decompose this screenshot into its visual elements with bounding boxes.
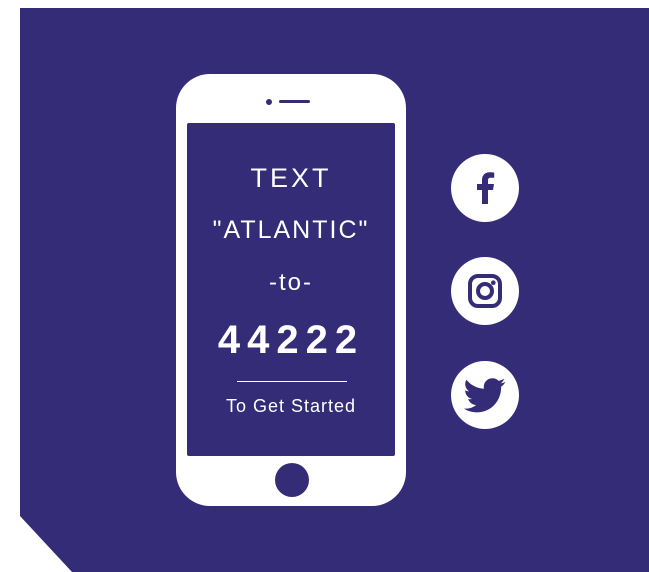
text-instruction: TEXT	[250, 163, 332, 193]
facebook-link[interactable]	[451, 154, 519, 222]
to-label: -to-	[269, 269, 313, 296]
tagline: To Get Started	[225, 396, 357, 416]
phone-screen: TEXT "ATLANTIC" -to- 44222 To Get Starte…	[187, 123, 395, 456]
twitter-link[interactable]	[451, 361, 519, 429]
divider	[237, 381, 347, 382]
instagram-link[interactable]	[451, 257, 519, 325]
instagram-icon	[466, 272, 504, 310]
keyword: "ATLANTIC"	[212, 216, 370, 244]
phone-speaker	[279, 100, 310, 103]
twitter-icon	[464, 374, 506, 416]
facebook-icon	[465, 168, 505, 208]
phone-illustration: TEXT "ATLANTIC" -to- 44222 To Get Starte…	[176, 74, 406, 506]
short-code-number: 44222	[217, 318, 365, 362]
phone-home-button	[275, 463, 309, 497]
phone-camera	[266, 99, 272, 105]
